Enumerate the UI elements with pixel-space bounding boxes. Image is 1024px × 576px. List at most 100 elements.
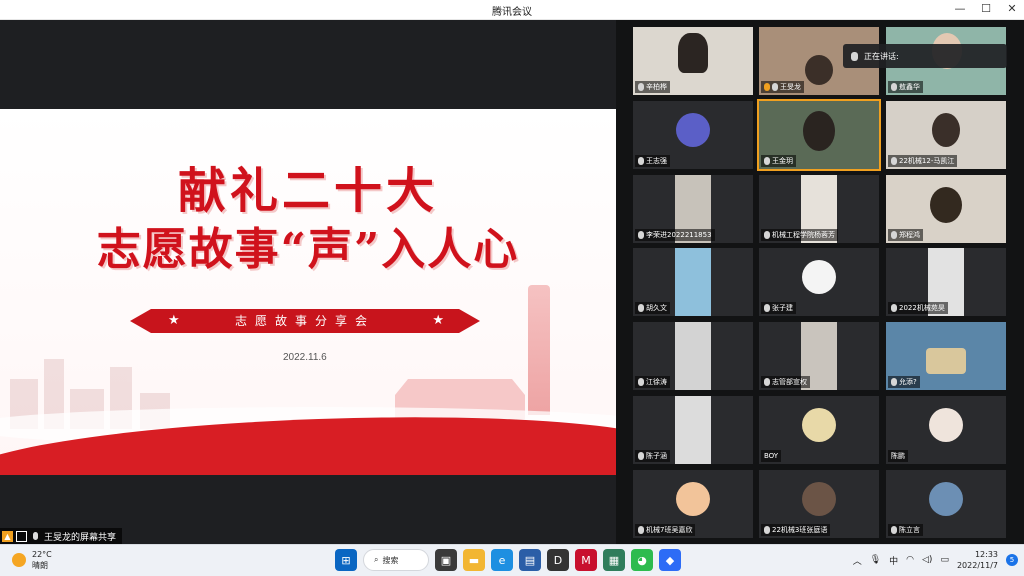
participant-name: 辛柏桦 [646, 83, 667, 91]
wifi-icon[interactable]: ◠ [906, 555, 914, 565]
battery-icon[interactable]: ▭ [940, 555, 949, 565]
participant-name: 机械工程学院杨蓉芳 [772, 231, 835, 239]
participant-tile[interactable]: 张子建 [759, 248, 879, 316]
participant-tile[interactable]: 辛柏桦 [633, 27, 753, 95]
participant-tile-active-speaker[interactable]: 王金玥 [757, 99, 881, 171]
tencent-meeting-icon[interactable]: ◆ [659, 549, 681, 571]
participant-name: 陈立言 [899, 526, 920, 534]
task-view-icon[interactable]: ▣ [435, 549, 457, 571]
participant-name: 王志强 [646, 157, 667, 165]
participant-name: 郑程鸿 [899, 231, 920, 239]
star-icon: ★ [432, 313, 444, 328]
participant-name-tag: 志管部宣权 [761, 376, 810, 388]
participant-tile[interactable]: 陈立言 [886, 470, 1006, 538]
volume-icon[interactable]: ◁) [922, 555, 932, 565]
participant-video [678, 33, 708, 73]
mic-icon [764, 526, 770, 534]
mcafee-icon[interactable]: M [575, 549, 597, 571]
mic-icon [764, 157, 770, 165]
screen-share-indicator[interactable]: ▲ 王旻龙的屏幕共享 [0, 528, 123, 544]
mic-icon [638, 231, 644, 239]
taskbar-search[interactable]: ⌕ 搜索 [363, 549, 429, 571]
participant-name-tag: 胡久文 [635, 302, 670, 314]
participant-name-tag: 2022机械苑昊 [888, 302, 948, 314]
participant-avatar [802, 260, 836, 294]
participant-tile[interactable]: 王志强 [633, 101, 753, 169]
file-explorer-icon[interactable]: ▬ [463, 549, 485, 571]
huabiao-pillar-decoration [528, 285, 550, 415]
clock[interactable]: 12:33 2022/11/7 [957, 549, 998, 571]
participant-name-tag: 22机械3班张庭语 [761, 524, 831, 536]
input-method-indicator[interactable]: 中 [889, 554, 898, 567]
search-label: 搜索 [382, 555, 399, 565]
mic-icon [764, 304, 770, 312]
mic-icon [891, 526, 897, 534]
dell-icon[interactable]: D [547, 549, 569, 571]
participant-tile[interactable]: 陈子涵 [633, 396, 753, 464]
participant-video [675, 396, 711, 464]
mic-icon [638, 526, 644, 534]
mic-icon [891, 304, 897, 312]
participant-tile[interactable]: 郑程鸿 [886, 175, 1006, 243]
store-icon[interactable]: ▤ [519, 549, 541, 571]
participant-tile[interactable]: 陈鹏 [886, 396, 1006, 464]
participant-name-tag: 王旻龙 [761, 81, 804, 93]
participant-name: 江徐涛 [646, 378, 667, 386]
participant-video [926, 348, 966, 374]
participant-name-tag: 机械7班吴嘉欣 [635, 524, 696, 536]
edge-browser-icon[interactable]: e [491, 549, 513, 571]
participant-tile[interactable]: 22机械3班张庭语 [759, 470, 879, 538]
speaking-label: 正在讲话: [864, 51, 899, 61]
participant-video [675, 322, 711, 390]
participant-name: 机械7班吴嘉欣 [646, 526, 693, 534]
minimize-button[interactable]: — [954, 2, 966, 15]
participant-tile[interactable]: BOY [759, 396, 879, 464]
windows-taskbar: 22°C 晴朗 ⊞ ⌕ 搜索 ▣ ▬ e ▤ D M ▦ ◕ ◆ ︿ 🎙 中 ◠… [0, 544, 1024, 576]
participant-name-tag: BOY [761, 450, 782, 462]
participant-name-tag: 李荣进2022211853 [635, 229, 715, 241]
participant-name-tag: 王金玥 [761, 155, 796, 167]
participant-tile[interactable]: 胡久文 [633, 248, 753, 316]
screen-share-label: 王旻龙的屏幕共享 [44, 532, 117, 543]
participant-tile[interactable]: 允添? [886, 322, 1006, 390]
weather-widget[interactable]: 22°C 晴朗 [12, 549, 52, 571]
weather-condition: 晴朗 [32, 561, 48, 570]
participant-name: 22机械3班张庭语 [772, 526, 828, 534]
screen-share-icon [16, 530, 27, 542]
presentation-slide: 献礼二十大 志愿故事“声”入人心 ★ 志愿故事分享会 ★ 2022.11.6 [0, 109, 616, 475]
user-icon: ▲ [2, 530, 13, 542]
app-icon[interactable]: ▦ [603, 549, 625, 571]
microphone-icon[interactable]: 🎙 [870, 555, 881, 565]
participant-name: 王金玥 [772, 157, 793, 165]
participant-tile[interactable]: 22机械12-马凯江 [886, 101, 1006, 169]
mic-icon [638, 452, 644, 460]
sun-icon [12, 553, 26, 567]
participant-avatar [929, 408, 963, 442]
participant-name-tag: 22机械12-马凯江 [888, 155, 958, 167]
participant-video [675, 248, 711, 316]
participant-tile[interactable]: 志管部宣权 [759, 322, 879, 390]
participant-tile[interactable]: 机械7班吴嘉欣 [633, 470, 753, 538]
participant-name-tag: 郑程鸿 [888, 229, 923, 241]
participant-name: 张子建 [772, 304, 793, 312]
participant-tile[interactable]: 机械工程学院杨蓉芳 [759, 175, 879, 243]
wechat-icon[interactable]: ◕ [631, 549, 653, 571]
slide-title-line-2: 志愿故事“声”入人心 [96, 224, 520, 275]
participant-tile[interactable]: 2022机械苑昊 [886, 248, 1006, 316]
chevron-up-icon[interactable]: ︿ [853, 554, 862, 567]
close-button[interactable]: ✕ [1006, 2, 1018, 15]
notification-badge[interactable]: 5 [1006, 554, 1018, 566]
mic-icon [30, 531, 41, 542]
mic-icon [638, 83, 644, 91]
slide-ribbon-text: 志愿故事分享会 [234, 314, 375, 328]
participant-name: 志管部宣权 [772, 378, 807, 386]
participant-name: BOY [764, 452, 779, 460]
start-icon[interactable]: ⊞ [335, 549, 357, 571]
participant-avatar [676, 113, 710, 147]
participant-tile[interactable]: 李荣进2022211853 [633, 175, 753, 243]
maximize-button[interactable]: ☐ [980, 2, 992, 15]
participant-name: 陈鹏 [891, 452, 905, 460]
participant-video [803, 111, 835, 151]
participant-name-tag: 陈立言 [888, 524, 923, 536]
participant-tile[interactable]: 江徐涛 [633, 322, 753, 390]
